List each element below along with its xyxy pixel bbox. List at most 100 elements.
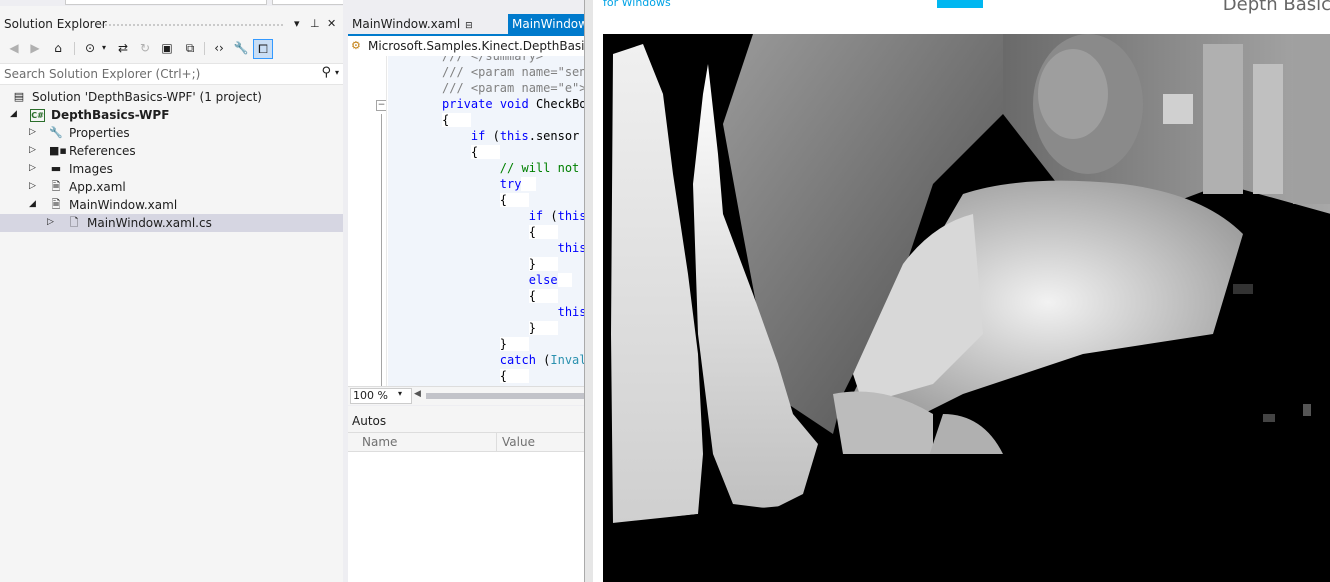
code-line: } xyxy=(528,321,558,335)
collapsed-arrow-icon[interactable]: ▷ xyxy=(29,127,36,137)
filter-dropdown-icon[interactable]: ▾ xyxy=(96,40,112,56)
tab-mainwindow-xaml[interactable]: MainWindow.xaml ⊟ xyxy=(348,14,477,34)
code-line: catch (Inval xyxy=(499,353,584,367)
toolbar-separator xyxy=(204,42,205,55)
tree-item-label: MainWindow.xaml.cs xyxy=(87,216,212,230)
search-icon[interactable]: ⚲ xyxy=(321,65,331,80)
zoom-dropdown-icon[interactable]: ▾ xyxy=(398,389,402,398)
kinect-brand-text: for Windows xyxy=(603,0,671,9)
tree-item-mainwindow-xaml-cs[interactable]: ▷ 🗋 MainWindow.xaml.cs xyxy=(0,214,343,232)
refresh-icon[interactable]: ↻ xyxy=(137,40,153,56)
tree-item-references[interactable]: ▷ ■▪ References xyxy=(0,142,343,160)
close-icon[interactable]: ✕ xyxy=(327,17,336,30)
toolbar-separator xyxy=(74,42,75,55)
titlebar-grip[interactable] xyxy=(100,23,285,28)
sync-icon[interactable]: ⇄ xyxy=(115,40,131,56)
cs-file-icon: 🗋 xyxy=(69,216,79,229)
solution-explorer-panel: Solution Explorer ▾ ⊥ ✕ ◀ ▶ ⌂ ⊙ ▾ ⇄ ↻ ▣ … xyxy=(0,0,344,582)
back-icon[interactable]: ◀ xyxy=(6,40,22,56)
collapse-all-icon[interactable]: ▣ xyxy=(159,40,175,56)
tree-item-label: References xyxy=(69,144,136,158)
search-options-icon[interactable]: ▾ xyxy=(335,68,339,77)
code-line: if (this xyxy=(528,209,584,223)
code-line: else xyxy=(442,272,573,288)
search-input[interactable]: Search Solution Explorer (Ctrl+;) xyxy=(4,67,200,81)
horizontal-scrollbar[interactable] xyxy=(426,393,584,399)
code-line: { xyxy=(528,225,558,239)
autos-title: Autos xyxy=(352,414,387,428)
autos-grid[interactable] xyxy=(348,452,584,582)
code-line: private void CheckBox xyxy=(442,97,584,111)
code-line: { xyxy=(499,369,529,383)
window-border xyxy=(585,0,593,582)
scroll-left-icon[interactable]: ◀ xyxy=(414,389,421,399)
autos-panel: Autos Name Value xyxy=(348,406,584,582)
code-line: /// <param name="send xyxy=(442,65,584,79)
show-all-files-icon[interactable]: ⧉ xyxy=(182,40,198,56)
code-line: } xyxy=(499,337,529,351)
solution-icon: ▤ xyxy=(13,90,25,103)
code-line: { xyxy=(442,113,471,127)
collapsed-arrow-icon[interactable]: ▷ xyxy=(29,163,36,173)
depth-basics-window: for Windows Depth Basic xyxy=(584,0,1330,582)
code-line: { xyxy=(470,145,500,159)
collapsed-arrow-icon[interactable]: ▷ xyxy=(29,181,36,191)
code-line: } xyxy=(528,257,558,271)
pin-icon[interactable]: ⊟ xyxy=(465,21,473,31)
view-code-icon[interactable]: ‹› xyxy=(211,40,227,56)
solution-explorer-titlebar: Solution Explorer ▾ ⊥ ✕ xyxy=(0,14,343,36)
references-icon: ■▪ xyxy=(49,144,67,157)
change-tracking-bar xyxy=(386,56,387,386)
home-icon[interactable]: ⌂ xyxy=(50,40,66,56)
editor-status-strip: 100 % ▾ ◀ xyxy=(348,386,584,405)
column-header-value[interactable]: Value xyxy=(502,435,535,449)
tree-item-label: MainWindow.xaml xyxy=(69,198,178,212)
solution-explorer-search[interactable]: Search Solution Explorer (Ctrl+;) ⚲ ▾ xyxy=(0,63,343,85)
expanded-arrow-icon[interactable]: ◢ xyxy=(10,109,17,119)
depth-image-graphic xyxy=(603,34,1330,582)
pin-icon[interactable]: ⊥ xyxy=(310,17,320,30)
dropdown-icon[interactable]: ▾ xyxy=(294,17,300,30)
column-separator[interactable] xyxy=(496,433,497,451)
tree-item-solution[interactable]: ▤ Solution 'DepthBasics-WPF' (1 project) xyxy=(0,88,343,106)
top-toolbar-strip xyxy=(0,0,344,6)
collapsed-arrow-icon[interactable]: ▷ xyxy=(29,145,36,155)
tab-mainwindow-xaml-cs[interactable]: MainWindow xyxy=(508,14,592,34)
code-line: try xyxy=(442,176,536,192)
window-title: Depth Basic xyxy=(1222,0,1330,15)
navigation-bar[interactable]: ⚙ Microsoft.Samples.Kinect.DepthBasics.M xyxy=(348,36,612,57)
properties-icon[interactable]: 🔧 xyxy=(233,40,249,56)
code-line: { xyxy=(499,193,529,207)
folder-icon: ▬ xyxy=(50,162,62,175)
collapsed-arrow-icon[interactable]: ▷ xyxy=(47,217,54,227)
code-editor[interactable]: − /// </summary> /// <param name="send /… xyxy=(348,56,584,386)
tree-item-project[interactable]: ◢ C# DepthBasics-WPF xyxy=(0,106,343,124)
tree-item-label: App.xaml xyxy=(69,180,126,194)
class-icon: ⚙ xyxy=(351,39,361,52)
editor-gutter xyxy=(348,56,378,386)
depth-image xyxy=(603,34,1330,582)
xaml-file-icon: 🗎 xyxy=(51,198,61,211)
toolbar-combobox-2[interactable] xyxy=(272,0,344,5)
tree-item-label: Properties xyxy=(69,126,130,140)
tree-item-properties[interactable]: ▷ 🔧 Properties xyxy=(0,124,343,142)
navbar-type-dropdown[interactable]: Microsoft.Samples.Kinect.DepthBasics.M xyxy=(368,39,612,53)
zoom-combobox[interactable]: 100 % xyxy=(350,388,412,404)
tab-label: MainWindow.xaml xyxy=(352,17,461,31)
tab-label: MainWindow xyxy=(512,17,588,31)
preview-selected-items-icon[interactable]: ⧠ xyxy=(253,39,273,59)
code-line: if (this.sensor xyxy=(442,128,584,144)
tree-item-label: DepthBasics-WPF xyxy=(51,108,170,122)
column-header-name[interactable]: Name xyxy=(362,435,397,449)
expanded-arrow-icon[interactable]: ◢ xyxy=(29,199,36,209)
tree-item-app-xaml[interactable]: ▷ 🗎 App.xaml xyxy=(0,178,343,196)
code-line: this xyxy=(557,305,584,319)
tree-item-mainwindow-xaml[interactable]: ◢ 🗎 MainWindow.xaml xyxy=(0,196,343,214)
forward-icon[interactable]: ▶ xyxy=(27,40,43,56)
code-line: /// </summary> xyxy=(442,56,544,63)
wrench-icon: 🔧 xyxy=(49,126,63,139)
toolbar-combobox[interactable] xyxy=(65,0,267,5)
tree-item-label: Images xyxy=(69,162,113,176)
tree-item-images[interactable]: ▷ ▬ Images xyxy=(0,160,343,178)
panel-title: Solution Explorer xyxy=(4,17,107,31)
